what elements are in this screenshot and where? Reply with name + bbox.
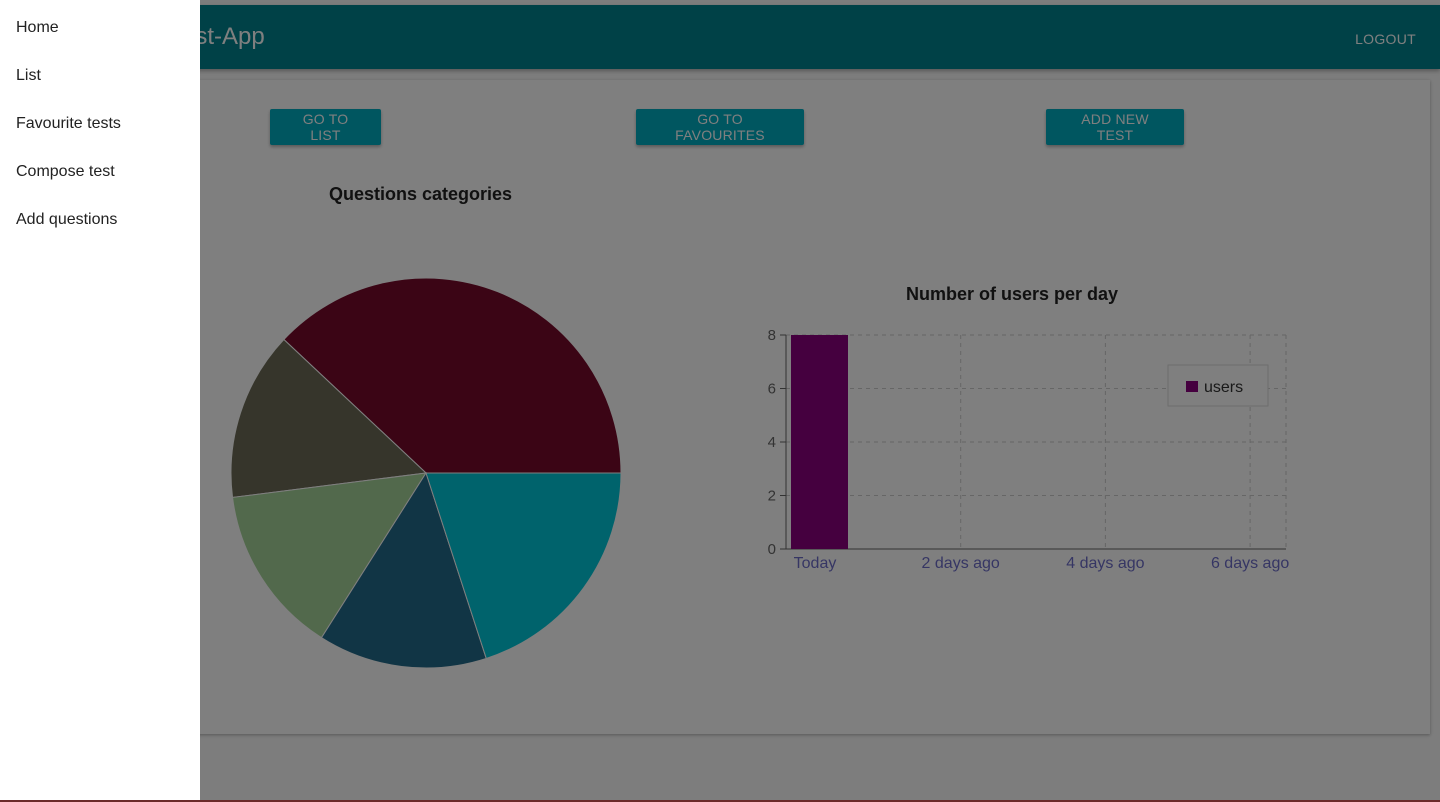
drawer-item-add-questions[interactable]: Add questions xyxy=(16,211,117,229)
navigation-drawer: Home List Favourite tests Compose test A… xyxy=(0,0,200,800)
drawer-item-favourite-tests[interactable]: Favourite tests xyxy=(16,115,121,133)
drawer-item-compose-test[interactable]: Compose test xyxy=(16,163,115,181)
drawer-item-home[interactable]: Home xyxy=(16,19,59,37)
drawer-backdrop[interactable] xyxy=(0,0,1440,802)
drawer-item-list[interactable]: List xyxy=(16,67,41,85)
